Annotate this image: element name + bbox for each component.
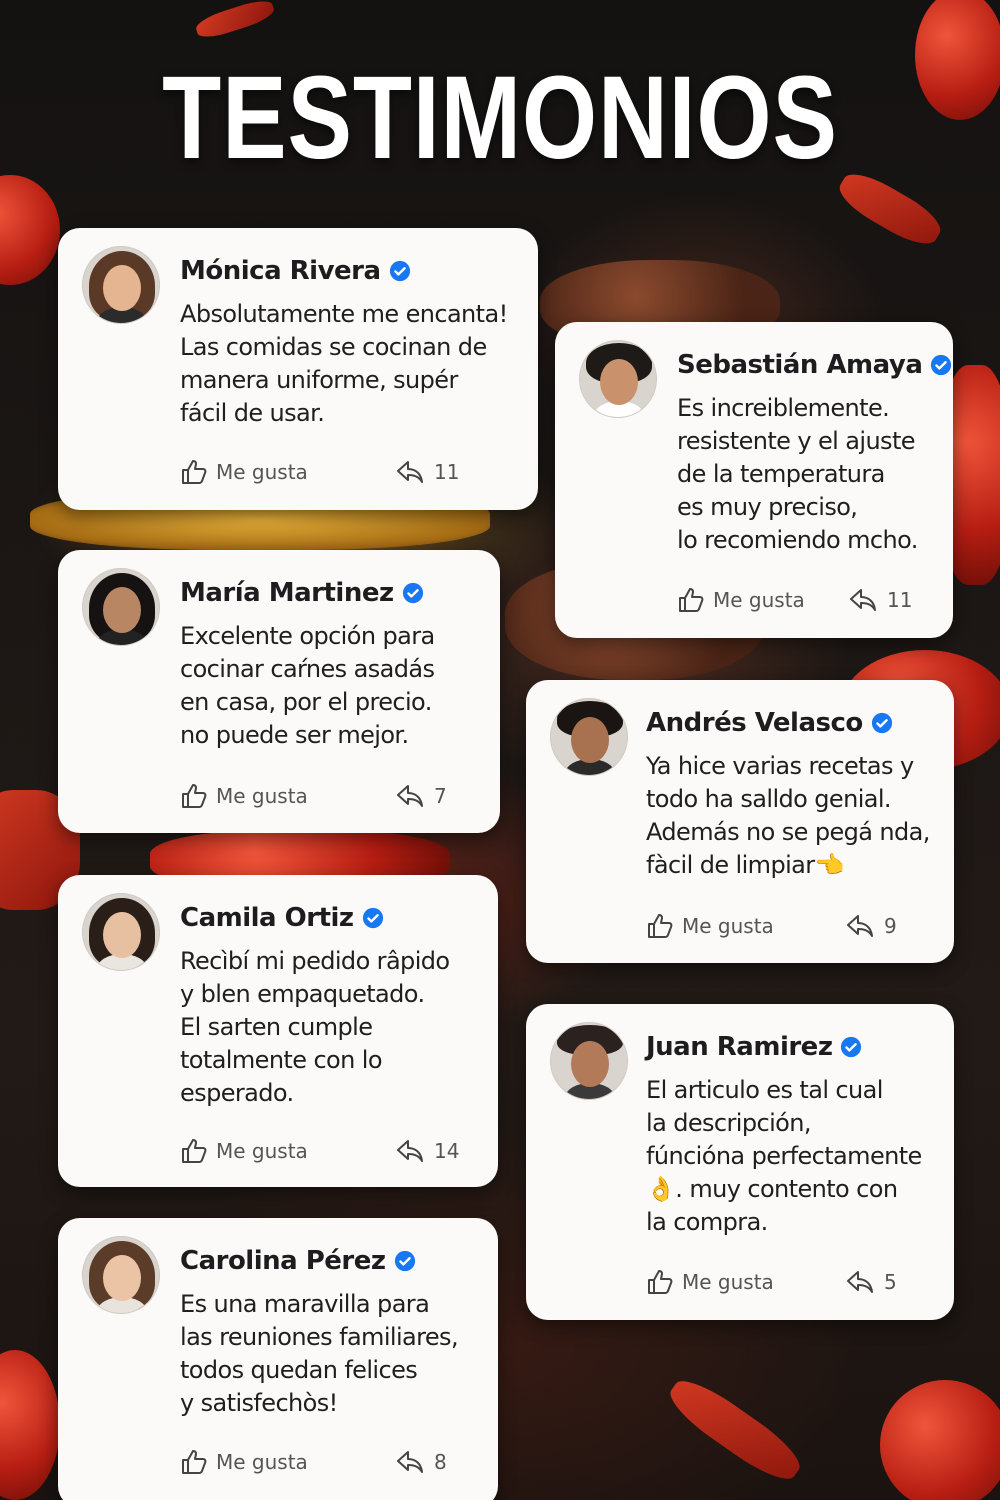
reply-arrow-icon bbox=[847, 1271, 873, 1293]
like-button[interactable]: Me gusta bbox=[180, 458, 396, 486]
verified-badge-icon bbox=[841, 1036, 862, 1058]
like-button[interactable]: Me gusta bbox=[180, 1448, 396, 1476]
reviewer-name: Sebastián Amaya bbox=[677, 350, 923, 380]
reply-arrow-icon bbox=[397, 785, 423, 807]
avatar bbox=[579, 340, 657, 418]
avatar bbox=[550, 698, 628, 776]
avatar bbox=[82, 893, 160, 971]
review-text: Excelente opción para cocinar caŕnes asa… bbox=[180, 622, 435, 749]
thumbs-up-icon bbox=[679, 588, 704, 612]
like-label: Me gusta bbox=[216, 1450, 308, 1474]
thumbs-up-icon bbox=[648, 914, 673, 938]
review-text: El articulo es tal cual la descripción, … bbox=[646, 1076, 922, 1236]
share-button[interactable]: 9 bbox=[846, 914, 897, 938]
avatar bbox=[82, 1236, 160, 1314]
share-button[interactable]: 11 bbox=[396, 460, 459, 484]
like-button[interactable]: Me gusta bbox=[180, 782, 396, 810]
like-button[interactable]: Me gusta bbox=[180, 1137, 396, 1165]
like-button[interactable]: Me gusta bbox=[646, 912, 846, 940]
reviewer-name: Mónica Rivera bbox=[180, 256, 381, 286]
like-label: Me gusta bbox=[216, 1139, 308, 1163]
share-button[interactable]: 5 bbox=[846, 1270, 897, 1294]
share-count: 7 bbox=[434, 784, 447, 808]
testimonial-card: Camila Ortiz Recìbí mi pedido râpido y b… bbox=[58, 875, 498, 1187]
testimonial-card: María Martinez Excelente opción para coc… bbox=[58, 550, 500, 833]
reviewer-name: Juan Ramirez bbox=[646, 1032, 833, 1062]
reviewer-name: Carolina Pérez bbox=[180, 1246, 386, 1276]
tomato-decoration bbox=[0, 175, 60, 285]
review-text: Ya hice varias recetas y todo ha salldo … bbox=[646, 752, 930, 879]
tomato-decoration bbox=[880, 1380, 1000, 1500]
share-count: 11 bbox=[887, 588, 913, 612]
reply-arrow-icon bbox=[850, 589, 876, 611]
testimonial-card: Mónica Rivera Absolutamente me encanta! … bbox=[58, 228, 538, 510]
verified-badge-icon bbox=[931, 354, 952, 376]
review-text: Recìbí mi pedido râpido y blen empaqueta… bbox=[180, 947, 450, 1107]
reply-arrow-icon bbox=[397, 1140, 423, 1162]
thumbs-up-icon bbox=[648, 1270, 673, 1294]
pepper-decoration bbox=[193, 0, 277, 42]
reply-arrow-icon bbox=[397, 1451, 423, 1473]
reply-arrow-icon bbox=[397, 461, 423, 483]
thumbs-up-icon bbox=[182, 1450, 207, 1474]
like-label: Me gusta bbox=[216, 460, 308, 484]
reply-arrow-icon bbox=[847, 915, 873, 937]
thumbs-up-icon bbox=[182, 460, 207, 484]
tomato-decoration bbox=[0, 1350, 60, 1500]
share-button[interactable]: 11 bbox=[849, 588, 912, 612]
verified-badge-icon bbox=[389, 260, 410, 282]
share-count: 9 bbox=[884, 914, 897, 938]
pepper-decoration bbox=[662, 1370, 808, 1490]
share-count: 11 bbox=[434, 460, 460, 484]
testimonial-card: Sebastián Amaya Es increiblemente. resis… bbox=[555, 322, 953, 638]
testimonial-card: Juan Ramirez El articulo es tal cual la … bbox=[526, 1004, 954, 1320]
reviewer-name: Camila Ortiz bbox=[180, 903, 354, 933]
avatar bbox=[82, 246, 160, 324]
avatar bbox=[550, 1022, 628, 1100]
like-label: Me gusta bbox=[682, 1270, 774, 1294]
reviewer-name: María Martinez bbox=[180, 578, 394, 608]
testimonial-card: Carolina Pérez Es una maravilla para las… bbox=[58, 1218, 498, 1500]
like-label: Me gusta bbox=[713, 588, 805, 612]
verified-badge-icon bbox=[871, 712, 892, 734]
page-title: TESTIMONIOS bbox=[162, 52, 838, 184]
review-text: Es una maravilla para las reuniones fami… bbox=[180, 1290, 459, 1417]
verified-badge-icon bbox=[362, 907, 383, 929]
share-count: 8 bbox=[434, 1450, 447, 1474]
review-text: Es increiblemente. resistente y el ajust… bbox=[677, 394, 918, 554]
share-count: 14 bbox=[434, 1139, 460, 1163]
verified-badge-icon bbox=[394, 1250, 415, 1272]
tomato-decoration bbox=[915, 0, 1000, 120]
share-button[interactable]: 8 bbox=[396, 1450, 447, 1474]
like-button[interactable]: Me gusta bbox=[677, 586, 849, 614]
avatar bbox=[82, 568, 160, 646]
verified-badge-icon bbox=[402, 582, 423, 604]
share-button[interactable]: 14 bbox=[396, 1139, 459, 1163]
like-label: Me gusta bbox=[682, 914, 774, 938]
reviewer-name: Andrés Velasco bbox=[646, 708, 863, 738]
testimonial-card: Andrés Velasco Ya hice varias recetas y … bbox=[526, 680, 954, 963]
thumbs-up-icon bbox=[182, 784, 207, 808]
thumbs-up-icon bbox=[182, 1139, 207, 1163]
share-button[interactable]: 7 bbox=[396, 784, 447, 808]
like-label: Me gusta bbox=[216, 784, 308, 808]
share-count: 5 bbox=[884, 1270, 897, 1294]
like-button[interactable]: Me gusta bbox=[646, 1268, 846, 1296]
review-text: Absolutamente me encanta! Las comidas se… bbox=[180, 300, 508, 427]
